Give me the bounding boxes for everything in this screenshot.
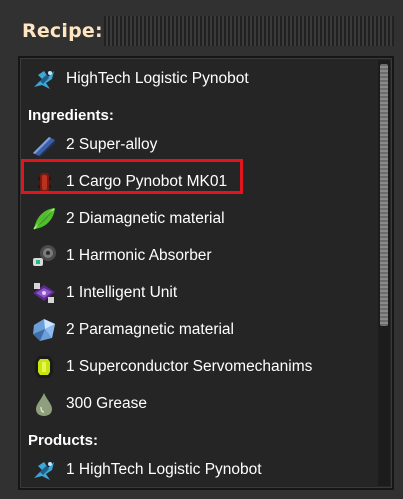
- ingredient-row[interactable]: 300 Grease: [20, 386, 376, 423]
- superconductor-servomechanims-icon: [35, 356, 53, 378]
- drag-handle[interactable]: [104, 16, 394, 46]
- grease-icon: [36, 393, 52, 416]
- product-label: 1 HighTech Logistic Pynobot: [66, 461, 262, 478]
- paramagnetic-material-icon: [33, 319, 55, 341]
- super-alloy-icon: [33, 137, 55, 157]
- recipe-list: HighTech Logistic Pynobot Ingredients: 2…: [20, 58, 376, 488]
- ingredient-label: 2 Super-alloy: [66, 136, 158, 153]
- ingredient-label: 2 Diamagnetic material: [66, 210, 225, 227]
- scrollbar-thumb[interactable]: [380, 64, 388, 326]
- diamagnetic-material-icon: [33, 208, 55, 230]
- recipe-name-row: HighTech Logistic Pynobot: [20, 61, 376, 98]
- ingredient-row[interactable]: 2 Paramagnetic material: [20, 312, 376, 349]
- product-row[interactable]: 1 HighTech Logistic Pynobot: [20, 452, 376, 488]
- products-heading: Products:: [28, 432, 99, 449]
- hightech-logistic-pynobot-icon: [34, 462, 54, 480]
- ingredient-label: 1 Harmonic Absorber: [66, 247, 212, 264]
- ingredients-heading: Ingredients:: [28, 107, 114, 124]
- harmonic-absorber-icon: [33, 245, 56, 266]
- recipe-panel: HighTech Logistic Pynobot Ingredients: 2…: [18, 56, 394, 490]
- window-title: Recipe:: [22, 20, 103, 42]
- ingredient-row[interactable]: 1 Intelligent Unit: [20, 275, 376, 312]
- ingredient-label: 1 Intelligent Unit: [66, 284, 178, 301]
- recipe-window: Recipe: HighTech Logistic Pynobot Ingred…: [0, 0, 403, 499]
- intelligent-unit-icon: [33, 283, 55, 303]
- vertical-scrollbar[interactable]: [378, 60, 390, 486]
- ingredient-label: 2 Paramagnetic material: [66, 321, 234, 338]
- hightech-logistic-pynobot-icon: [34, 71, 54, 89]
- highlight-box: [21, 159, 243, 194]
- title-bar: Recipe:: [0, 0, 403, 62]
- recipe-name: HighTech Logistic Pynobot: [66, 70, 249, 87]
- ingredient-row[interactable]: 1 Superconductor Servomechanims: [20, 349, 376, 386]
- ingredient-label: 1 Superconductor Servomechanims: [66, 358, 313, 375]
- ingredient-row[interactable]: 1 Harmonic Absorber: [20, 238, 376, 275]
- ingredient-row[interactable]: 2 Diamagnetic material: [20, 201, 376, 238]
- ingredient-label: 300 Grease: [66, 395, 147, 412]
